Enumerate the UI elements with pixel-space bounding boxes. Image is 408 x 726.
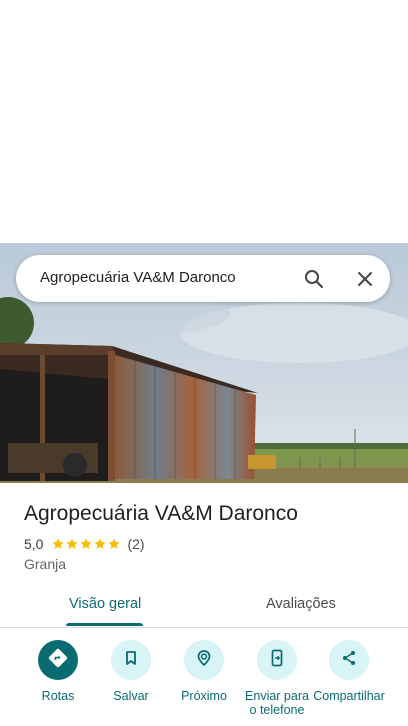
nearby-icon [194,648,214,673]
directions-button[interactable]: Rotas [18,640,98,703]
send-to-phone-label: Enviar para o telefone [245,689,309,717]
tab-reviews[interactable]: Avaliações [266,596,336,612]
share-icon [339,648,359,673]
share-label: Compartilhar [313,689,385,703]
nearby-button[interactable]: Próximo [164,640,244,703]
rating-row[interactable]: 5,0 (2) [24,536,145,552]
review-count: (2) [127,536,145,552]
nearby-label: Próximo [181,689,227,703]
active-tab-indicator [66,623,143,626]
send-to-phone-icon [267,648,287,673]
map-blank-area [0,0,408,243]
search-bar[interactable]: Agropecuária VA&M Daronco [16,255,390,302]
star-icon [52,538,65,549]
action-bar: Rotas Salvar Próximo Enviar para o telef… [0,640,408,726]
place-title: Agropecuária VA&M Daronco [24,502,298,525]
tab-overview[interactable]: Visão geral [69,596,141,612]
search-query-text[interactable]: Agropecuária VA&M Daronco [40,269,236,286]
star-rating [51,537,121,551]
close-icon[interactable] [353,267,377,291]
bookmark-icon [121,648,141,673]
star-icon [80,538,93,549]
star-icon [66,538,79,549]
tab-bar: Visão geral Avaliações [0,588,408,628]
place-category: Granja [24,556,67,572]
directions-label: Rotas [41,689,75,703]
share-button[interactable]: Compartilhar [309,640,389,703]
rating-value: 5,0 [24,536,44,552]
search-icon[interactable] [302,267,326,291]
star-icon [108,538,121,549]
send-to-phone-button[interactable]: Enviar para o telefone [237,640,317,717]
star-icon [94,538,107,549]
save-label: Salvar [113,689,149,703]
save-button[interactable]: Salvar [91,640,171,703]
directions-icon [48,648,68,673]
